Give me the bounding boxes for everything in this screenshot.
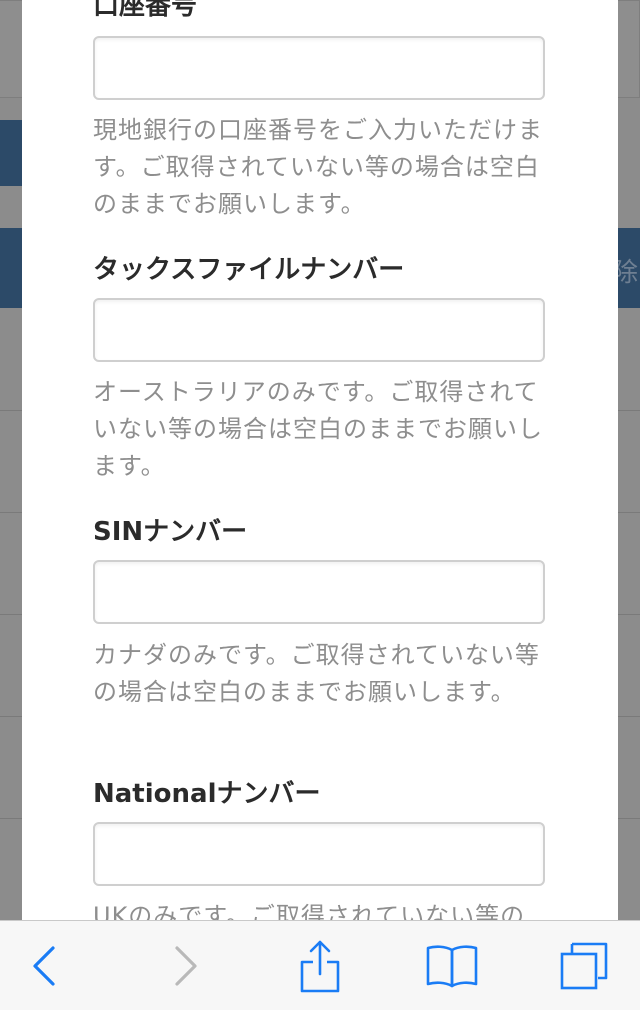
share-icon (300, 940, 340, 992)
tax-file-number-help: オーストラリアのみです。ご取得されていない等の場合は空白のままでお願いします。 (93, 378, 543, 480)
share-button[interactable] (280, 921, 360, 1010)
sin-number-label: SINナンバー (93, 517, 248, 547)
form-modal: 口座番号 現地銀行の口座番号をご入力いただけます。ご取得されていない等の場合は空… (22, 0, 618, 920)
chevron-right-icon (175, 945, 197, 986)
tabs-button[interactable] (544, 921, 624, 1010)
national-number-input[interactable] (93, 822, 545, 886)
bookmarks-button[interactable] (412, 921, 492, 1010)
forward-button[interactable] (146, 921, 226, 1010)
tax-file-number-label: タックスファイルナンバー (93, 255, 405, 285)
account-number-help: 現地銀行の口座番号をご入力いただけます。ご取得されていない等の場合は空白のままで… (93, 116, 543, 218)
book-icon (426, 944, 478, 987)
tax-file-number-input[interactable] (93, 298, 545, 362)
national-number-help: UKのみです。ご取得されていない等の (93, 902, 526, 920)
browser-toolbar (0, 920, 640, 1010)
back-button[interactable] (4, 921, 84, 1010)
sin-number-input[interactable] (93, 560, 545, 624)
account-number-input[interactable] (93, 36, 545, 100)
national-number-label: Nationalナンバー (93, 779, 321, 809)
tabs-icon (560, 942, 608, 989)
sin-number-help: カナダのみです。ご取得されていない等の場合は空白のままでお願いします。 (93, 641, 540, 706)
account-number-label: 口座番号 (93, 0, 198, 21)
chevron-left-icon (33, 945, 55, 986)
